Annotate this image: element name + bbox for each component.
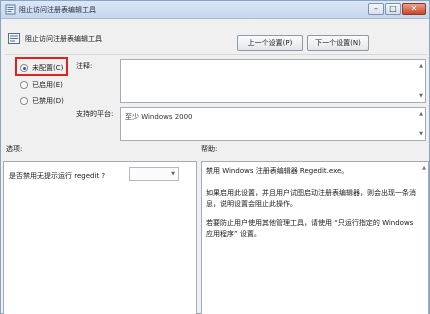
minimize-button[interactable]: – (368, 3, 384, 15)
comment-label: 注释: (76, 62, 93, 70)
chevron-down-icon: ▼ (171, 171, 175, 177)
policy-icon (5, 4, 16, 15)
next-setting-button[interactable]: 下一个设置(N) (307, 35, 369, 51)
scroll-down-icon[interactable]: ▼ (419, 131, 423, 137)
title-bar: 阻止访问注册表编辑工具 – □ ✕ (1, 1, 429, 19)
radio-not-configured-label: 未配置(C) (32, 64, 64, 72)
help-paragraph: 禁用 Windows 注册表编辑器 Regedit.exe。 (206, 167, 349, 175)
option-regedit-label: 是否禁用无提示运行 regedit ? (9, 172, 106, 180)
policy-name: 阻止访问注册表编辑工具 (25, 35, 102, 43)
minimize-icon: – (374, 4, 378, 13)
window-title: 阻止访问注册表编辑工具 (19, 6, 96, 14)
radio-disabled-label: 已禁用(D) (32, 97, 64, 105)
maximize-button[interactable]: □ (385, 3, 401, 15)
scroll-up-icon[interactable]: ▲ (419, 111, 423, 117)
help-paragraph: 如果启用此设置，并且用户试图启动注册表编辑器，则会出现一条消息，说明设置会阻止此… (206, 189, 416, 208)
maximize-icon: □ (389, 4, 397, 13)
close-button[interactable]: ✕ (402, 3, 426, 15)
settings-page-icon (8, 33, 20, 44)
help-paragraph: 若要防止用户使用其他管理工具，请使用 “只运行指定的 Windows 应用程序”… (206, 219, 414, 238)
divider (5, 54, 427, 55)
scroll-up-icon[interactable]: ▲ (422, 165, 426, 171)
radio-button[interactable] (20, 97, 28, 105)
scroll-up-icon[interactable]: ▲ (419, 63, 423, 69)
supported-platform-value: 至少 Windows 2000 (125, 113, 193, 121)
close-icon: ✕ (410, 4, 418, 13)
radio-button[interactable] (20, 81, 28, 89)
supported-platform-field: 至少 Windows 2000 ▲ ▼ (120, 107, 426, 141)
options-pane: 是否禁用无提示运行 regedit ? ▼ (3, 161, 197, 314)
radio-enabled-label: 已启用(E) (32, 81, 63, 89)
radio-button-selected[interactable] (20, 64, 28, 72)
help-label: 帮助: (201, 145, 218, 153)
options-label: 选项: (6, 145, 23, 153)
supported-platform-label: 支持的平台: (76, 110, 114, 118)
help-pane: 禁用 Windows 注册表编辑器 Regedit.exe。 如果启用此设置，并… (201, 161, 429, 314)
radio-disabled[interactable]: 已禁用(D) (20, 96, 64, 106)
radio-enabled[interactable]: 已启用(E) (20, 80, 63, 90)
radio-not-configured[interactable]: 未配置(C) (20, 63, 63, 73)
scroll-down-icon[interactable]: ▼ (419, 93, 423, 99)
comment-textarea[interactable]: ▲ ▼ (120, 59, 426, 103)
previous-setting-button[interactable]: 上一个设置(P) (237, 35, 303, 51)
policy-setting-window: 阻止访问注册表编辑工具 – □ ✕ 阻止访问注册表编辑工具 上一个设置(P) 下… (0, 0, 430, 314)
regedit-option-dropdown[interactable]: ▼ (129, 167, 179, 181)
